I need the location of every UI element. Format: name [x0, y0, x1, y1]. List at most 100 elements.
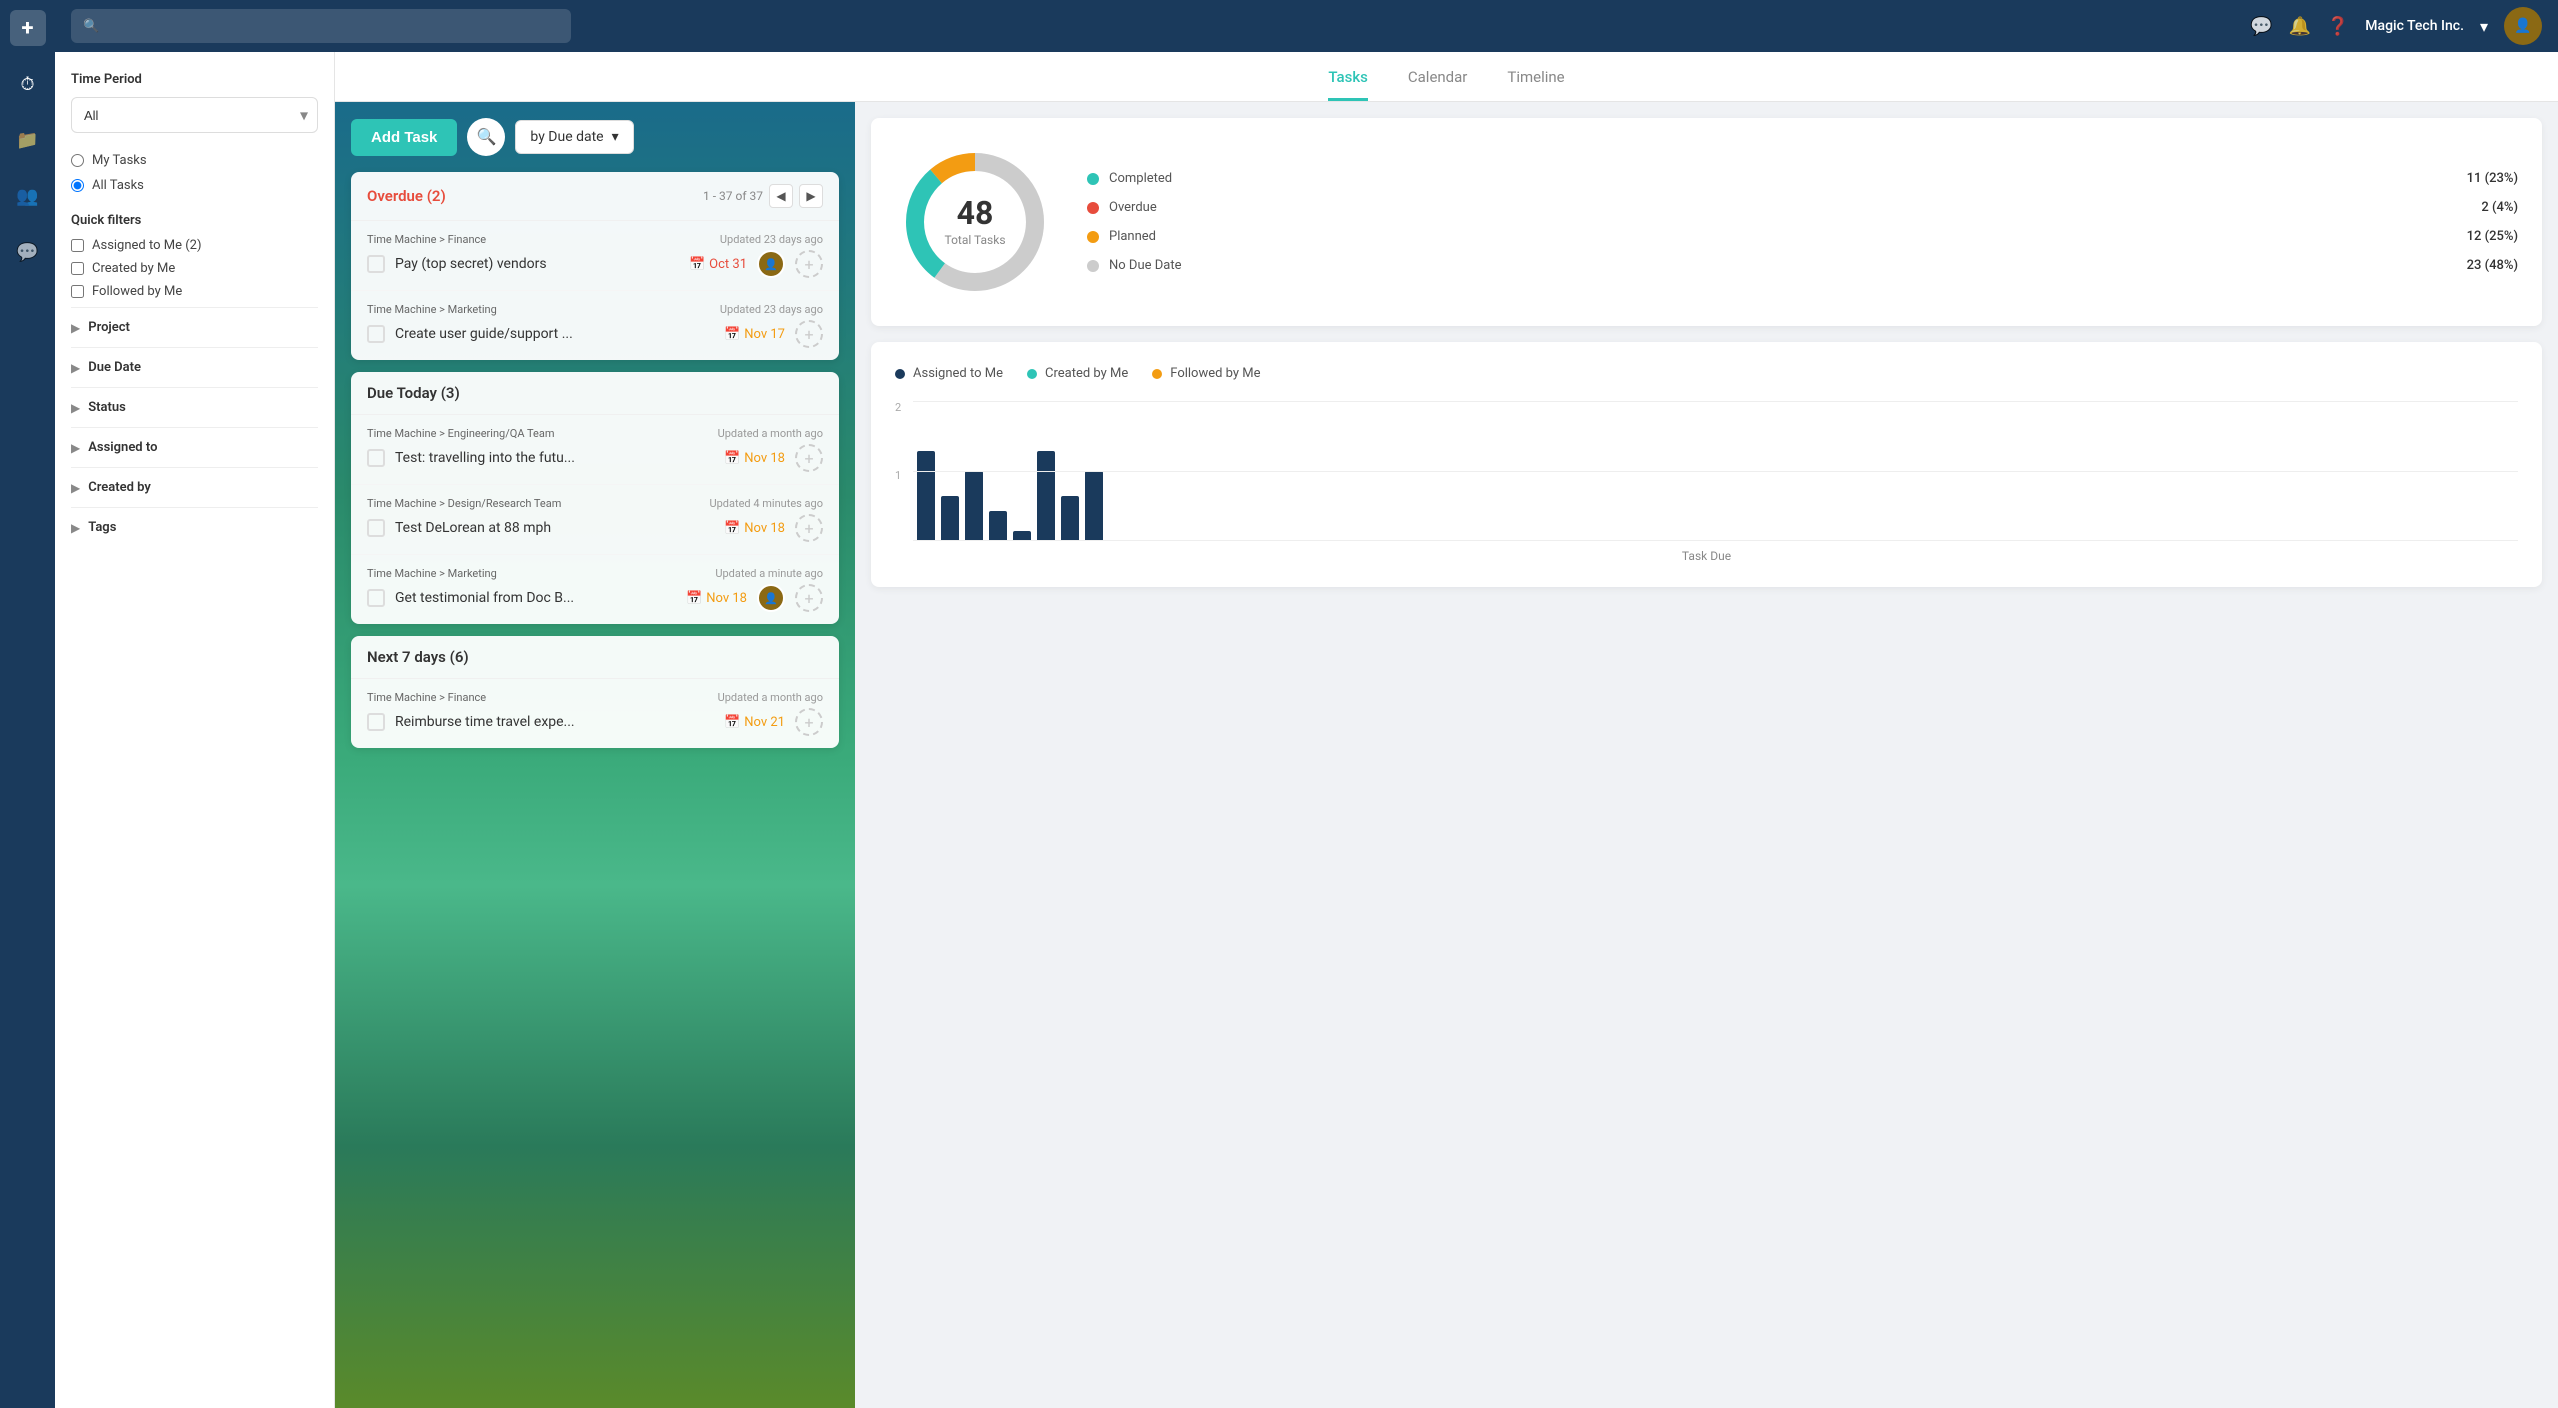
assignee-placeholder[interactable]: + — [795, 444, 823, 472]
due-date-text: Nov 18 — [744, 451, 785, 466]
task-checkbox[interactable] — [367, 713, 385, 731]
created-by-me-checkbox[interactable] — [71, 262, 84, 275]
total-tasks-number: 48 — [944, 197, 1005, 229]
task-content: Add Task 🔍 by Due date ▾ — [335, 102, 855, 776]
task-checkbox[interactable] — [367, 449, 385, 467]
legend-item-planned: Planned 12 (25%) — [1087, 229, 2518, 244]
task-row: Create user guide/support ... 📅 Nov 17 + — [367, 320, 823, 348]
tags-chevron-icon: ▶ — [71, 521, 80, 535]
bar-chart-area — [913, 401, 2518, 541]
task-item: Time Machine > Finance Updated 23 days a… — [351, 221, 839, 291]
assignee-placeholder[interactable]: + — [795, 708, 823, 736]
assigned-bar-label: Assigned to Me — [913, 366, 1003, 381]
task-path: Time Machine > Marketing — [367, 303, 497, 316]
due-date-chevron-icon: ▶ — [71, 361, 80, 375]
calendar-icon: 📅 — [724, 327, 740, 342]
folder-icon[interactable]: 📁 — [10, 122, 46, 158]
planned-count: 12 (25%) — [2467, 229, 2518, 244]
followed-by-me-filter[interactable]: Followed by Me — [71, 284, 318, 299]
overdue-group-header: Overdue (2) 1 - 37 of 37 ◀ ▶ — [351, 172, 839, 221]
assigned-to-filter-label: Assigned to — [88, 440, 157, 455]
task-checkbox[interactable] — [367, 589, 385, 607]
task-name: Test DeLorean at 88 mph — [395, 520, 714, 536]
task-checkbox[interactable] — [367, 255, 385, 273]
task-meta: Time Machine > Marketing Updated a minut… — [367, 567, 823, 580]
created-by-filter-section[interactable]: ▶ Created by — [71, 467, 318, 507]
sort-dropdown-arrow-icon: ▾ — [612, 129, 619, 145]
bar-chart-legend: Assigned to Me Created by Me Followed by… — [895, 366, 2518, 381]
messages-icon[interactable]: 💬 — [2250, 16, 2272, 37]
assigned-to-me-checkbox[interactable] — [71, 239, 84, 252]
created-by-me-filter[interactable]: Created by Me — [71, 261, 318, 276]
completed-dot — [1087, 173, 1099, 185]
next-7days-task-group: Next 7 days (6) Time Machine > Finance U… — [351, 636, 839, 748]
tab-calendar[interactable]: Calendar — [1408, 68, 1468, 101]
assignee-placeholder[interactable]: + — [795, 584, 823, 612]
project-filter-section[interactable]: ▶ Project — [71, 307, 318, 347]
assignee-placeholder[interactable]: + — [795, 514, 823, 542]
followed-by-me-checkbox[interactable] — [71, 285, 84, 298]
assignee-avatar: 👤 — [757, 584, 785, 612]
help-icon[interactable]: ❓ — [2327, 16, 2349, 37]
status-filter-label: Status — [88, 400, 126, 415]
search-tasks-button[interactable]: 🔍 — [467, 118, 505, 156]
pagination-next-button[interactable]: ▶ — [799, 184, 823, 208]
my-tasks-radio[interactable]: My Tasks — [71, 153, 318, 168]
sidebar: Time Period All Today This Week This Mon… — [55, 52, 335, 1408]
task-name: Reimburse time travel expe... — [395, 714, 714, 730]
due-date-filter-section[interactable]: ▶ Due Date — [71, 347, 318, 387]
time-period-label: Time Period — [71, 72, 318, 87]
bar-legend-created: Created by Me — [1027, 366, 1128, 381]
legend-list: Completed 11 (23%) Overdue 2 (4%) Planne… — [1087, 171, 2518, 273]
my-tasks-radio-input[interactable] — [71, 154, 84, 167]
add-button[interactable]: + — [10, 10, 46, 46]
sort-label: by Due date — [530, 129, 603, 145]
total-tasks-label: Total Tasks — [944, 233, 1005, 247]
all-tasks-label: All Tasks — [92, 178, 144, 193]
search-tasks-icon: 🔍 — [476, 127, 496, 147]
stats-column: 48 Total Tasks Completed 11 (23%) — [855, 102, 2558, 1408]
followed-bar-dot — [1152, 369, 1162, 379]
content-area: Time Period All Today This Week This Mon… — [55, 52, 2558, 1408]
next-7days-group-header: Next 7 days (6) — [351, 636, 839, 679]
pagination-prev-button[interactable]: ◀ — [769, 184, 793, 208]
user-avatar[interactable]: 👤 — [2504, 7, 2542, 45]
add-task-button[interactable]: Add Task — [351, 119, 457, 156]
chat-icon[interactable]: 💬 — [10, 234, 46, 270]
time-period-select[interactable]: All Today This Week This Month — [71, 97, 318, 133]
bar-legend-assigned: Assigned to Me — [895, 366, 1003, 381]
task-path: Time Machine > Finance — [367, 691, 486, 704]
sort-dropdown[interactable]: by Due date ▾ — [515, 120, 633, 154]
assigned-to-me-filter[interactable]: Assigned to Me (2) — [71, 238, 318, 253]
donut-chart-card: 48 Total Tasks Completed 11 (23%) — [871, 118, 2542, 326]
home-icon[interactable]: ⏱ — [10, 66, 46, 102]
task-item: Time Machine > Marketing Updated a minut… — [351, 555, 839, 624]
tab-tasks[interactable]: Tasks — [1328, 68, 1368, 101]
task-checkbox[interactable] — [367, 519, 385, 537]
company-name: Magic Tech Inc. — [2365, 18, 2464, 34]
task-toolbar: Add Task 🔍 by Due date ▾ — [351, 118, 839, 156]
assignee-placeholder[interactable]: + — [795, 320, 823, 348]
assigned-to-filter-section[interactable]: ▶ Assigned to — [71, 427, 318, 467]
task-name: Create user guide/support ... — [395, 326, 714, 342]
notifications-icon[interactable]: 🔔 — [2288, 16, 2310, 37]
task-row: Reimburse time travel expe... 📅 Nov 21 + — [367, 708, 823, 736]
status-filter-section[interactable]: ▶ Status — [71, 387, 318, 427]
time-period-select-wrapper: All Today This Week This Month ▾ — [71, 97, 318, 133]
dropdown-arrow-icon[interactable]: ▾ — [2480, 17, 2488, 36]
task-row: Pay (top secret) vendors 📅 Oct 31 👤 + — [367, 250, 823, 278]
task-checkbox[interactable] — [367, 325, 385, 343]
all-tasks-radio-input[interactable] — [71, 179, 84, 192]
tags-filter-section[interactable]: ▶ Tags — [71, 507, 318, 547]
created-by-me-label: Created by Me — [92, 261, 175, 276]
main-wrapper: 🔍 💬 🔔 ❓ Magic Tech Inc. ▾ 👤 Time Period … — [55, 0, 2558, 1408]
completed-count: 11 (23%) — [2467, 171, 2518, 186]
tab-timeline[interactable]: Timeline — [1507, 68, 1564, 101]
due-today-task-group: Due Today (3) Time Machine > Engineering… — [351, 372, 839, 624]
people-icon[interactable]: 👥 — [10, 178, 46, 214]
all-tasks-radio[interactable]: All Tasks — [71, 178, 318, 193]
assignee-placeholder[interactable]: + — [795, 250, 823, 278]
assigned-to-chevron-icon: ▶ — [71, 441, 80, 455]
due-date-text: Nov 18 — [706, 591, 747, 606]
search-bar[interactable]: 🔍 — [71, 9, 571, 43]
